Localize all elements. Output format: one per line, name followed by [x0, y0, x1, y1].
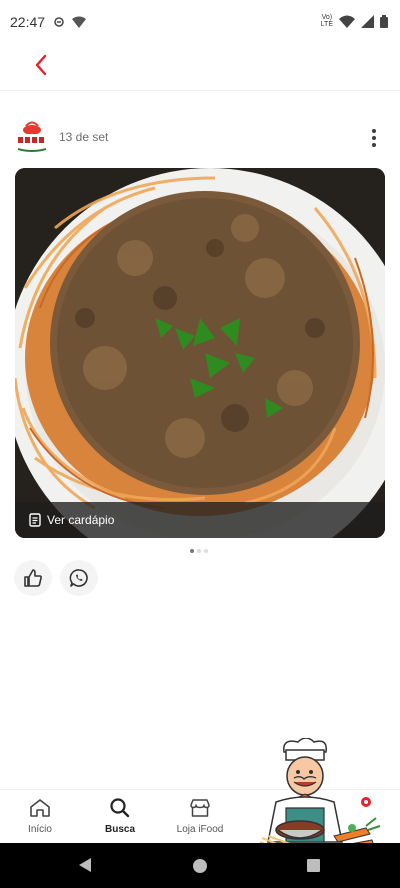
whatsapp-share-button[interactable]	[60, 560, 98, 596]
signal-icon	[361, 14, 374, 28]
thumbs-up-icon	[24, 569, 42, 587]
more-dot-icon	[372, 136, 376, 140]
header-divider	[0, 90, 400, 91]
system-back-icon[interactable]	[78, 857, 92, 873]
notification-app-icon	[54, 17, 64, 27]
store-icon	[190, 799, 210, 817]
page: 22:47 Vo) LTE 13 de set Ver cardápio Iní…	[0, 0, 400, 888]
ifood-notification-icon	[72, 16, 87, 28]
post-actions	[14, 560, 98, 596]
post-image[interactable]: Ver cardápio	[15, 168, 385, 538]
network-type: Vo) LTE	[321, 14, 333, 28]
more-dot-icon	[372, 143, 376, 147]
battery-icon	[380, 14, 388, 28]
network-label-top: Vo)	[321, 14, 333, 21]
spaghetti-bolognese-photo	[15, 168, 385, 538]
pager-dot	[197, 549, 201, 553]
more-dot-icon	[372, 129, 376, 133]
home-icon	[30, 799, 50, 817]
post-header: 13 de set	[0, 118, 400, 158]
status-time: 22:47	[10, 14, 46, 30]
system-navigation-bar	[0, 843, 400, 888]
nav-label-busca: Busca	[104, 824, 135, 835]
nav-item-inicio[interactable]: Início	[5, 798, 75, 835]
nav-label-loja-ifood: Loja iFood	[176, 824, 224, 835]
whatsapp-icon	[69, 569, 88, 587]
pager-dot-active	[190, 549, 194, 553]
back-button[interactable]	[26, 50, 56, 80]
status-bar: 22:47 Vo) LTE	[0, 0, 400, 44]
chevron-left-icon	[35, 54, 47, 76]
system-recents-icon[interactable]	[307, 859, 320, 872]
nav-item-loja-ifood[interactable]: Loja iFood	[165, 798, 235, 835]
restaurant-logo[interactable]	[14, 120, 50, 154]
network-label-bottom: LTE	[320, 21, 333, 28]
wifi-icon	[339, 15, 355, 28]
app-header	[0, 44, 400, 90]
status-system-icons: Vo) LTE	[321, 14, 388, 28]
status-notification-icons	[53, 15, 87, 29]
pager-dot	[204, 549, 208, 553]
post-date: 13 de set	[59, 130, 109, 144]
more-options-button[interactable]	[364, 126, 384, 150]
carousel-pager	[190, 549, 208, 553]
document-icon	[29, 513, 41, 527]
view-menu-label: Ver cardápio	[47, 513, 115, 527]
like-button[interactable]	[14, 560, 52, 596]
search-icon	[110, 798, 130, 818]
system-home-icon[interactable]	[193, 859, 207, 873]
view-menu-button[interactable]: Ver cardápio	[15, 502, 385, 538]
nav-item-busca[interactable]: Busca	[85, 798, 155, 835]
nav-label-inicio: Início	[28, 824, 52, 835]
